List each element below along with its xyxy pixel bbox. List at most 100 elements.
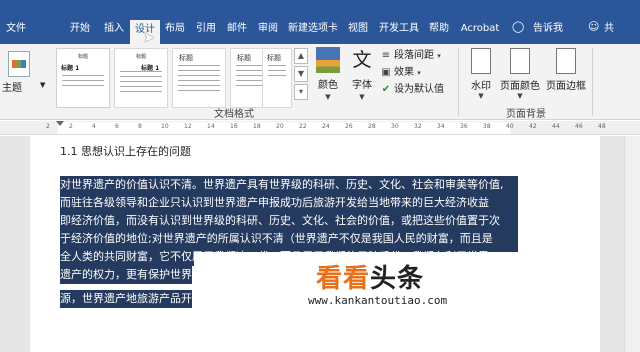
tab-acrobat[interactable]: Acrobat bbox=[458, 19, 502, 39]
ribbon-design: 主题 ▼ 标题 标题 1 标题 标题 1 标题 标题 标题 ▲ ▼ ▾ 颜色 ▼… bbox=[0, 44, 640, 120]
tab-insert[interactable]: 插入 bbox=[100, 19, 128, 39]
page-border-button[interactable]: 页面边框 bbox=[544, 48, 588, 92]
indent-marker[interactable] bbox=[56, 121, 64, 126]
set-default-button[interactable]: ✔ 设为默认值 bbox=[380, 82, 444, 98]
chevron-down-icon: ▼ bbox=[359, 93, 365, 101]
style-card-title: 标题 bbox=[179, 54, 193, 62]
tab-view[interactable]: 视图 bbox=[345, 19, 371, 39]
group-separator bbox=[458, 48, 459, 116]
style-set-3[interactable]: 标题 bbox=[172, 48, 226, 108]
chevron-down-icon: ▼ bbox=[517, 92, 523, 100]
checkmark-icon: ✔ bbox=[381, 84, 391, 95]
ruler-tick-label: 34 bbox=[437, 123, 445, 130]
paragraph-spacing-icon: ≡ bbox=[381, 50, 391, 61]
ruler-tick-label: 44 bbox=[552, 123, 560, 130]
scroll-down-icon[interactable]: ▼ bbox=[294, 66, 308, 82]
paragraph-spacing-button[interactable]: ≡ 段落间距 ▾ bbox=[380, 48, 441, 64]
ruler-tick-label: 10 bbox=[161, 123, 169, 130]
ruler-tick-label: 18 bbox=[253, 123, 261, 130]
ruler-tick-label: 20 bbox=[276, 123, 284, 130]
tab-file[interactable]: 文件 bbox=[2, 19, 30, 39]
page-color-icon bbox=[510, 48, 530, 74]
effects-button[interactable]: ▣ 效果 ▾ bbox=[380, 65, 420, 81]
ruler-tick-label: 4 bbox=[92, 123, 96, 130]
ruler-tick-label: 6 bbox=[115, 123, 119, 130]
ruler-tick-label: 12 bbox=[184, 123, 192, 130]
paragraph-line: 源，世界遗产地旅游产品开 bbox=[60, 290, 192, 308]
paragraph-line: 对世界遗产的价值认识不清。世界遗产具有世界级的科研、历史、文化、社会和审美等价值… bbox=[60, 176, 518, 194]
chevron-down-icon: ▼ bbox=[478, 92, 484, 100]
section-heading: 1.1 思想认识上存在的问题 bbox=[60, 145, 191, 158]
ruler-tick-label: 16 bbox=[230, 123, 238, 130]
site-watermark: 看看头条 www.kankantoutiao.com bbox=[194, 252, 554, 332]
style-set-5[interactable]: 标题 bbox=[262, 48, 292, 108]
watermark-logo: 看看头条 bbox=[316, 264, 425, 294]
colors-label: 颜色 bbox=[318, 80, 338, 91]
watermark-icon bbox=[471, 48, 491, 74]
palette-icon bbox=[316, 47, 340, 73]
set-default-label: 设为默认值 bbox=[394, 84, 444, 95]
fonts-label: 字体 bbox=[352, 80, 372, 91]
page-border-label: 页面边框 bbox=[546, 81, 586, 92]
tab-home[interactable]: 开始 bbox=[66, 19, 94, 39]
page-color-label: 页面颜色 bbox=[500, 81, 540, 92]
paragraph-line: 于经济价值的地位;对世界遗产的所属认识不清（世界遗产不仅是我国人民的财富，而且是 bbox=[60, 230, 518, 248]
vertical-scrollbar[interactable] bbox=[624, 136, 640, 352]
group-label-document-format: 文档格式 bbox=[214, 109, 254, 120]
tab-mailings[interactable]: 邮件 bbox=[224, 19, 250, 39]
tab-review[interactable]: 审阅 bbox=[255, 19, 281, 39]
tab-help[interactable]: 帮助 bbox=[426, 19, 452, 39]
ruler-tick-label: 48 bbox=[598, 123, 606, 130]
tab-references[interactable]: 引用 bbox=[193, 19, 219, 39]
fonts-icon: 文 bbox=[352, 49, 372, 71]
watermark-url: www.kankantoutiao.com bbox=[308, 294, 448, 307]
group-label-page-background: 页面背景 bbox=[506, 109, 546, 120]
paragraph-line: 即经济价值，而没有认识到世界级的科研、历史、文化、社会的价值，或把这些价值置于次 bbox=[60, 212, 518, 230]
tab-developer[interactable]: 开发工具 bbox=[375, 19, 423, 39]
effects-icon: ▣ bbox=[381, 67, 391, 78]
themes-button[interactable]: 主题 ▼ bbox=[0, 48, 52, 94]
watermark-label: 水印 bbox=[471, 81, 491, 92]
style-card-title: 标题 bbox=[267, 54, 281, 62]
page-border-icon bbox=[556, 48, 576, 74]
ruler-tick-label: 2 bbox=[46, 123, 50, 130]
mouse-cursor-icon: ➤ bbox=[143, 30, 155, 46]
paragraph-line: 而驻往各级领导和企业只认识到世界遗产申报成功后旅游开发给当地带来的巨大经济收益 bbox=[60, 194, 518, 212]
tab-new-tab[interactable]: 新建选项卡 bbox=[285, 19, 341, 39]
ruler-tick-label: 30 bbox=[391, 123, 399, 130]
horizontal-ruler[interactable]: 2 2 4 6 8 10 12 14 16 18 20 22 24 26 28 30 32 34 36 38 40 42 4… bbox=[0, 121, 640, 135]
ruler-tick-label: 42 bbox=[529, 123, 537, 130]
ruler-tick-label: 14 bbox=[207, 123, 215, 130]
watermark-button[interactable]: 水印 ▼ bbox=[466, 48, 496, 100]
style-set-1[interactable]: 标题 标题 1 bbox=[56, 48, 110, 108]
gallery-scroll[interactable]: ▲ ▼ ▾ bbox=[294, 48, 308, 100]
style-card-title: 标题 bbox=[135, 54, 146, 60]
group-separator bbox=[592, 48, 593, 116]
colors-button[interactable]: 颜色 ▼ bbox=[314, 47, 342, 102]
style-card-subtitle: 标题 1 bbox=[61, 65, 80, 72]
lightbulb-icon: ◯ bbox=[512, 20, 525, 33]
ruler-tick-label: 26 bbox=[345, 123, 353, 130]
paragraph-line: 遗产的权力，更有保护世界 bbox=[60, 266, 192, 284]
ruler-tick-label: 28 bbox=[368, 123, 376, 130]
page-color-button[interactable]: 页面颜色 ▼ bbox=[498, 48, 542, 100]
tell-me-search[interactable]: 告诉我 bbox=[530, 19, 566, 39]
effects-label: 效果 bbox=[394, 67, 414, 78]
ruler-tick-label: 2 bbox=[69, 123, 73, 130]
themes-label: 主题 bbox=[2, 83, 22, 94]
ruler-tick-label: 46 bbox=[575, 123, 583, 130]
paragraph-spacing-label: 段落间距 bbox=[394, 50, 434, 61]
fonts-button[interactable]: 文 字体 ▼ bbox=[348, 47, 376, 102]
ruler-tick-label: 24 bbox=[322, 123, 330, 130]
ribbon-tab-bar: 文件 开始 插入 设计 布局 引用 邮件 审阅 新建选项卡 视图 开发工具 帮助… bbox=[0, 0, 640, 44]
ruler-tick-label: 22 bbox=[299, 123, 307, 130]
ruler-tick-label: 38 bbox=[483, 123, 491, 130]
scroll-up-icon[interactable]: ▲ bbox=[294, 48, 308, 64]
tab-share[interactable]: 共 bbox=[600, 19, 618, 39]
ruler-tick-label: 40 bbox=[506, 123, 514, 130]
tab-layout[interactable]: 布局 bbox=[162, 19, 188, 39]
chevron-down-icon: ▼ bbox=[40, 81, 46, 89]
style-set-2[interactable]: 标题 标题 1 bbox=[114, 48, 168, 108]
gallery-more-icon[interactable]: ▾ bbox=[294, 84, 308, 100]
chevron-down-icon: ▼ bbox=[325, 93, 331, 101]
